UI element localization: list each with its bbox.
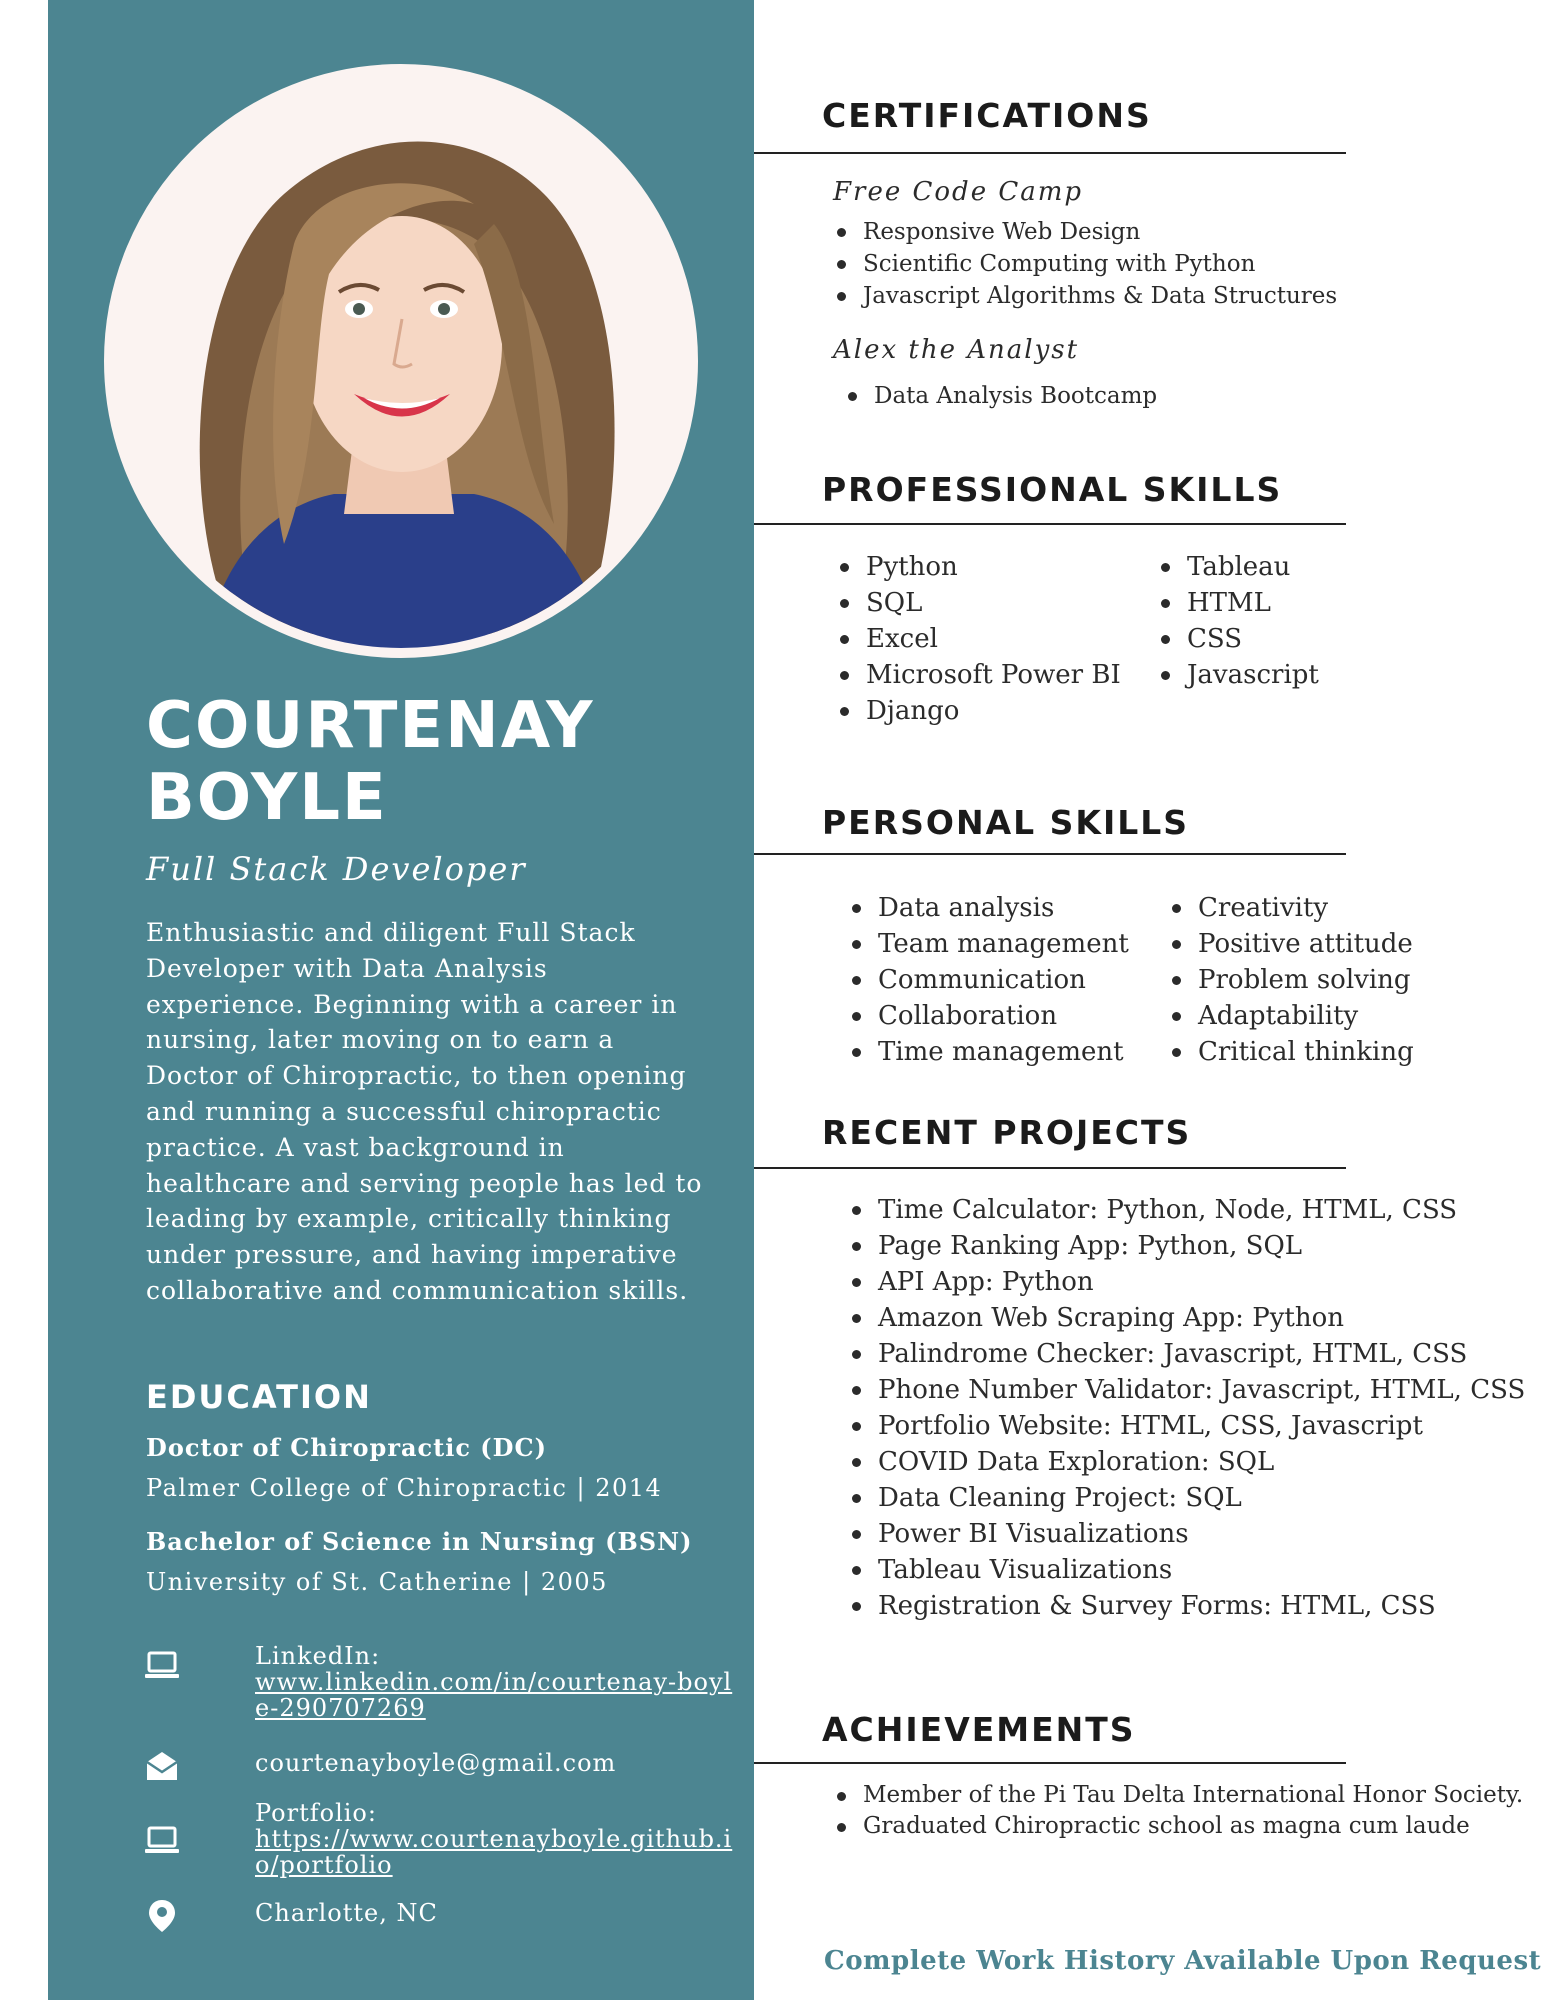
list-item: Javascript Algorithms & Data Structures — [833, 280, 1337, 312]
section-divider — [754, 1167, 1346, 1169]
list-item: Registration & Survey Forms: HTML, CSS — [848, 1588, 1525, 1624]
education-heading: EDUCATION — [146, 1378, 372, 1416]
section-divider — [754, 152, 1346, 154]
recent-projects-heading: RECENT PROJECTS — [822, 1113, 1192, 1152]
education-entry: Doctor of Chiropractic (DC) Palmer Colle… — [146, 1433, 736, 1502]
first-name: COURTENAY — [146, 689, 595, 763]
list-item: Responsive Web Design — [833, 216, 1337, 248]
education-degree: Doctor of Chiropractic (DC) — [146, 1433, 547, 1462]
list-item: Time Calculator: Python, Node, HTML, CSS — [848, 1192, 1525, 1228]
email-link[interactable]: courtenayboyle@gmail.com — [255, 1750, 735, 1776]
profile-photo-illustration — [114, 74, 688, 648]
list-item: Member of the Pi Tau Delta International… — [833, 1780, 1523, 1811]
list-item: Python — [836, 549, 1121, 585]
list-item: Scientific Computing with Python — [833, 248, 1337, 280]
list-item: Excel — [836, 621, 1121, 657]
section-divider — [754, 853, 1346, 855]
education-school: University of St. Catherine | 2005 — [146, 1568, 608, 1596]
personal-skills-left: Data analysis Team management Communicat… — [848, 890, 1129, 1070]
list-item: SQL — [836, 585, 1121, 621]
contact-portfolio-text: Portfolio: https://www.courtenayboyle.gi… — [255, 1800, 735, 1878]
section-divider — [754, 523, 1346, 525]
job-title: Full Stack Developer — [146, 850, 527, 888]
linkedin-label: LinkedIn: — [255, 1642, 381, 1670]
list-item: CSS — [1157, 621, 1319, 657]
list-item: Palindrome Checker: Javascript, HTML, CS… — [848, 1336, 1525, 1372]
cert-list: Data Analysis Bootcamp — [844, 380, 1157, 412]
list-item: Data Analysis Bootcamp — [844, 380, 1157, 412]
list-item: API App: Python — [848, 1264, 1525, 1300]
portfolio-label: Portfolio: — [255, 1799, 377, 1827]
list-item: Tableau Visualizations — [848, 1552, 1525, 1588]
achievements-heading: ACHIEVEMENTS — [822, 1710, 1136, 1749]
list-item: Amazon Web Scraping App: Python — [848, 1300, 1525, 1336]
location-text: Charlotte, NC — [255, 1899, 438, 1927]
professional-skills-left: Python SQL Excel Microsoft Power BI Djan… — [836, 549, 1121, 729]
list-item: Data Cleaning Project: SQL — [848, 1480, 1525, 1516]
projects-list: Time Calculator: Python, Node, HTML, CSS… — [848, 1192, 1525, 1624]
envelope-open-icon — [146, 1752, 178, 1780]
list-item: HTML — [1157, 585, 1319, 621]
list-item: COVID Data Exploration: SQL — [848, 1444, 1525, 1480]
list-item: Power BI Visualizations — [848, 1516, 1525, 1552]
list-item: Page Ranking App: Python, SQL — [848, 1228, 1525, 1264]
professional-skills-heading: PROFESSIONAL SKILLS — [822, 470, 1283, 509]
laptop-icon — [145, 1651, 179, 1678]
personal-skills-heading: PERSONAL SKILLS — [822, 803, 1190, 842]
candidate-name: COURTENAY BOYLE — [146, 690, 726, 834]
list-item: Graduated Chiropractic school as magna c… — [833, 1811, 1470, 1842]
list-item: Time management — [848, 1034, 1129, 1070]
list-item: Adaptability — [1168, 998, 1414, 1034]
list-item: Data analysis — [848, 890, 1129, 926]
section-divider — [754, 1762, 1346, 1764]
location-pin-icon — [149, 1900, 175, 1932]
list-item: Critical thinking — [1168, 1034, 1414, 1070]
portfolio-link[interactable]: https://www.courtenayboyle.github.io/por… — [255, 1826, 735, 1878]
list-item: Javascript — [1157, 657, 1319, 693]
work-history-note: Complete Work History Available Upon Req… — [824, 1946, 1542, 1976]
personal-skills-right: Creativity Positive attitude Problem sol… — [1168, 890, 1414, 1070]
laptop-icon — [145, 1826, 179, 1853]
cert-list: Responsive Web Design Scientific Computi… — [833, 216, 1337, 312]
education-degree: Bachelor of Science in Nursing (BSN) — [146, 1527, 693, 1556]
list-item: Microsoft Power BI — [836, 657, 1121, 693]
last-name: BOYLE — [146, 761, 388, 835]
education-entry: Bachelor of Science in Nursing (BSN) Uni… — [146, 1527, 736, 1596]
list-item: Positive attitude — [1168, 926, 1414, 962]
list-item: Collaboration — [848, 998, 1129, 1034]
list-item: Communication — [848, 962, 1129, 998]
list-item: Team management — [848, 926, 1129, 962]
profile-summary: Enthusiastic and diligent Full Stack Dev… — [146, 918, 703, 1305]
professional-skills-right: Tableau HTML CSS Javascript — [1157, 549, 1319, 693]
achievements-list: Member of the Pi Tau Delta International… — [833, 1780, 1523, 1842]
sidebar: COURTENAY BOYLE Full Stack Developer Ent… — [48, 0, 754, 2000]
list-item: Django — [836, 693, 1121, 729]
list-item: Problem solving — [1168, 962, 1414, 998]
cert-org: Free Code Camp — [833, 177, 1084, 207]
list-item: Portfolio Website: HTML, CSS, Javascript — [848, 1408, 1525, 1444]
list-item: Phone Number Validator: Javascript, HTML… — [848, 1372, 1525, 1408]
education-school: Palmer College of Chiropractic | 2014 — [146, 1474, 663, 1502]
cert-org: Alex the Analyst — [833, 335, 1080, 365]
linkedin-link[interactable]: www.linkedin.com/in/courtenay-boyle-2907… — [255, 1669, 735, 1721]
certifications-heading: CERTIFICATIONS — [822, 96, 1152, 135]
contact-linkedin-text: LinkedIn: www.linkedin.com/in/courtenay-… — [255, 1643, 735, 1721]
profile-photo — [104, 64, 698, 658]
list-item: Creativity — [1168, 890, 1414, 926]
list-item: Tableau — [1157, 549, 1319, 585]
